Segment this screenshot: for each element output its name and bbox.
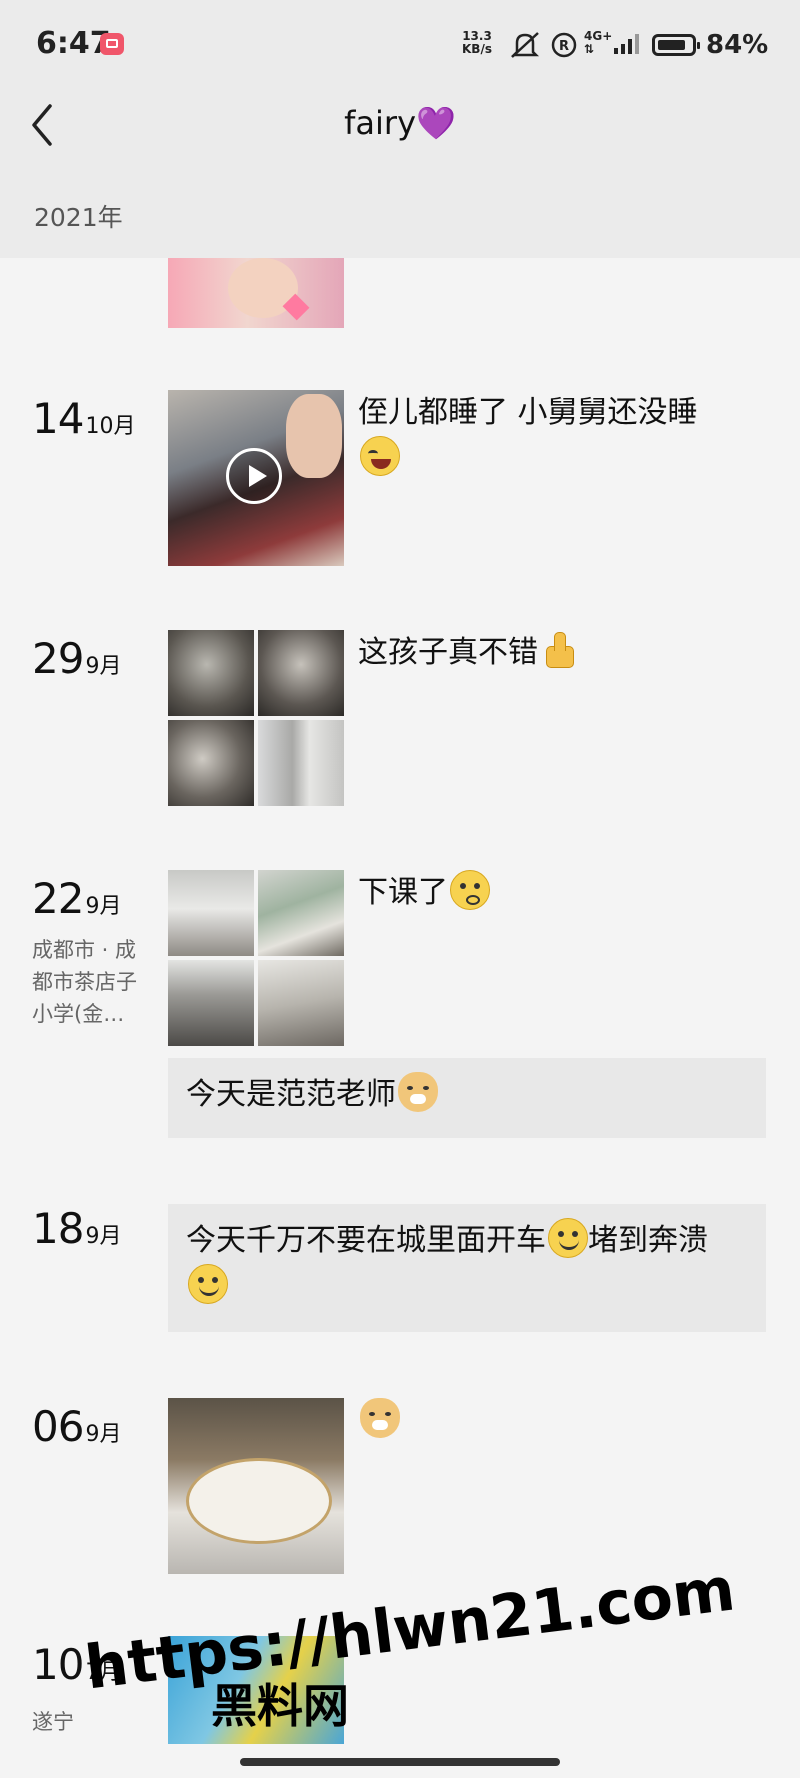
- grid-photo[interactable]: [258, 960, 344, 1046]
- post-caption: 下课了: [358, 870, 778, 916]
- post-photo-partial[interactable]: [168, 258, 344, 328]
- registered-icon: R: [551, 32, 577, 58]
- post-date: 069月: [32, 1402, 122, 1451]
- grid-photo[interactable]: [258, 720, 344, 806]
- post-location[interactable]: 成都市 · 成都市茶店子小学(金…: [32, 934, 154, 1030]
- network-speed: 13.3 KB/s: [462, 30, 492, 56]
- post-date: 1410月: [32, 394, 136, 443]
- text-post-content: 今天是范范老师: [186, 1077, 396, 1112]
- doge-icon: [360, 1398, 400, 1438]
- page-title: fairy💜: [344, 104, 456, 142]
- post-date: 299月: [32, 634, 122, 683]
- play-icon[interactable]: [226, 448, 282, 504]
- cake-photo: [186, 1458, 332, 1544]
- battery-icon: [652, 34, 700, 56]
- post-photo-grid[interactable]: [168, 630, 344, 806]
- mute-bell-icon: [510, 32, 540, 58]
- network-type: 4G+ ⇅: [584, 29, 613, 56]
- watermark-name: 黑料网: [211, 1679, 349, 1733]
- smile-icon: [188, 1264, 228, 1304]
- dizzy-face-icon: [450, 870, 490, 910]
- selfie-face: [286, 394, 342, 478]
- doge-icon: [398, 1072, 438, 1112]
- network-speed-unit: KB/s: [462, 42, 492, 56]
- grid-photo[interactable]: [168, 960, 254, 1046]
- post-caption: 侄儿都睡了 小舅舅还没睡: [358, 390, 778, 482]
- signal-icon: [614, 34, 639, 54]
- grid-photo[interactable]: [168, 630, 254, 716]
- notification-app-icon: [100, 33, 124, 55]
- status-bar: 6:47 13.3 KB/s R 4G+ ⇅ 84%: [0, 0, 800, 92]
- text-post-card[interactable]: 今天千万不要在城里面开车 堵到奔溃: [168, 1204, 766, 1332]
- post-video-thumbnail[interactable]: [168, 390, 344, 566]
- post-photo[interactable]: [168, 1398, 344, 1574]
- top-header: 6:47 13.3 KB/s R 4G+ ⇅ 84% fairy💜 2021年: [0, 0, 800, 258]
- grid-photo[interactable]: [168, 870, 254, 956]
- grid-photo[interactable]: [168, 720, 254, 806]
- post-date: 229月: [32, 874, 122, 923]
- grid-photo[interactable]: [258, 870, 344, 956]
- thumbs-up-icon: [540, 630, 580, 670]
- post-caption: 这孩子真不错: [358, 630, 778, 676]
- grid-photo[interactable]: [258, 630, 344, 716]
- smile-icon: [548, 1218, 588, 1258]
- battery-percent: 84%: [706, 30, 769, 60]
- post-date: 189月: [32, 1204, 122, 1253]
- post-caption: [358, 1398, 778, 1444]
- post-photo-grid[interactable]: [168, 870, 344, 1046]
- home-indicator[interactable]: [240, 1758, 560, 1766]
- text-post-card[interactable]: 今天是范范老师: [168, 1058, 766, 1138]
- year-label: 2021年: [34, 203, 123, 232]
- laugh-cry-icon: [360, 436, 400, 476]
- svg-text:R: R: [559, 39, 569, 54]
